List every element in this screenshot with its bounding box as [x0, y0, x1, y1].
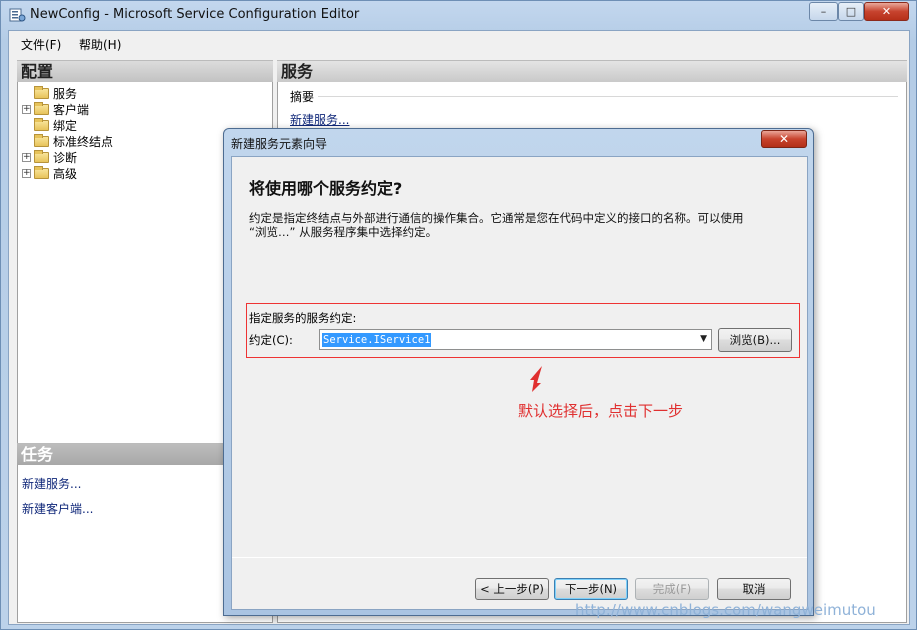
service-pane-title: 服务: [277, 60, 907, 82]
menu-bar: 文件(F) 帮助(H): [9, 31, 909, 55]
tree-item-label: 绑定: [53, 118, 78, 133]
dialog-close-button[interactable]: ✕: [761, 130, 807, 148]
browse-button[interactable]: 浏览(B)...: [718, 328, 792, 352]
folder-icon: [34, 149, 49, 163]
expand-icon[interactable]: +: [22, 168, 31, 178]
chevron-down-icon[interactable]: ▼: [700, 334, 707, 344]
folder-icon: [34, 101, 49, 115]
app-icon: [9, 8, 26, 22]
maximize-button[interactable]: □: [838, 2, 864, 21]
dialog-body: 将使用哪个服务约定? 约定是指定终结点与外部进行通信的操作集合。它通常是您在代码…: [231, 156, 808, 610]
new-service-link[interactable]: 新建服务...: [290, 111, 349, 128]
previous-button[interactable]: < 上一步(P): [475, 578, 549, 600]
new-service-task-link[interactable]: 新建服务...: [22, 475, 81, 492]
menu-help[interactable]: 帮助(H): [79, 36, 121, 53]
menu-file[interactable]: 文件(F): [21, 36, 61, 53]
footer-separator: [232, 557, 807, 558]
tree-item-standard-endpoints[interactable]: 标准终结点: [22, 133, 113, 149]
contract-combobox[interactable]: Service.IService1 ▼: [319, 329, 712, 350]
description-line-2: “浏览…” 从服务程序集中选择约定。: [249, 225, 438, 239]
tree-item-label: 诊断: [53, 150, 78, 165]
dialog-title: 新建服务元素向导: [231, 137, 328, 151]
contract-value: Service.IService1: [322, 332, 432, 347]
tree-item-advanced[interactable]: + 高级: [22, 165, 77, 181]
annotation-text: 默认选择后，点击下一步: [518, 402, 684, 420]
tree-connector: [22, 89, 31, 98]
cancel-button[interactable]: 取消: [717, 578, 791, 600]
summary-label: 摘要: [290, 90, 315, 104]
tree-item-label: 高级: [53, 166, 78, 181]
tree-item-client[interactable]: + 客户端: [22, 101, 89, 117]
window-title: NewConfig - Microsoft Service Configurat…: [30, 7, 360, 22]
divider: [318, 96, 898, 97]
title-bar[interactable]: NewConfig - Microsoft Service Configurat…: [1, 1, 916, 29]
new-client-task-link[interactable]: 新建客户端...: [22, 500, 93, 517]
minimize-button[interactable]: –: [809, 2, 838, 21]
red-arrow-icon: [530, 366, 542, 392]
folder-icon: [34, 133, 49, 147]
tree-item-bindings[interactable]: 绑定: [22, 117, 77, 133]
folder-icon: [34, 165, 49, 179]
tree-connector: [22, 121, 31, 130]
tree-item-label: 标准终结点: [53, 134, 114, 149]
tree-item-services[interactable]: 服务: [22, 85, 77, 101]
tree-item-diagnostics[interactable]: + 诊断: [22, 149, 77, 165]
watermark-url: http://www.cnblogs.com/wangweimutou: [575, 601, 876, 619]
expand-icon[interactable]: +: [22, 104, 31, 114]
next-button[interactable]: 下一步(N): [554, 578, 628, 600]
wizard-question: 将使用哪个服务约定?: [249, 179, 403, 198]
close-button[interactable]: ✕: [864, 2, 909, 21]
finish-button[interactable]: 完成(F): [635, 578, 709, 600]
folder-icon: [34, 117, 49, 131]
contract-label: 约定(C):: [249, 333, 293, 347]
open-folder-icon: [34, 85, 49, 99]
expand-icon[interactable]: +: [22, 152, 31, 162]
config-pane-title: 配置: [17, 60, 273, 82]
new-service-wizard-dialog: 新建服务元素向导 ✕ 将使用哪个服务约定? 约定是指定终结点与外部进行通信的操作…: [223, 128, 814, 616]
tree-connector: [22, 137, 31, 146]
contract-spec-label: 指定服务的服务约定:: [249, 311, 357, 325]
tree-item-label: 客户端: [53, 102, 90, 117]
tree-item-label: 服务: [53, 86, 78, 101]
